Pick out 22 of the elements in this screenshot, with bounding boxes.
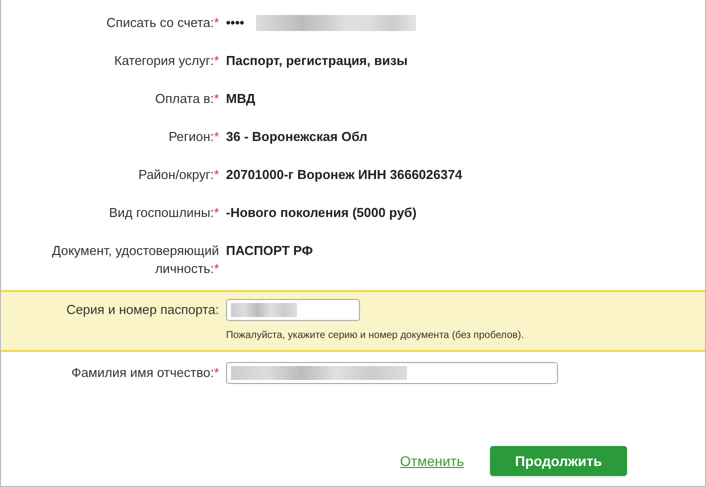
field-value: •••• — [226, 14, 244, 32]
field-label: Категория услуг:* — [114, 52, 219, 70]
field-value: ПАСПОРТ РФ — [226, 242, 313, 260]
field-value: МВД — [226, 90, 256, 108]
field-value: 20701000-г Воронеж ИНН 3666026374 — [226, 166, 462, 184]
input-field[interactable] — [226, 299, 360, 321]
field-value: -Нового поколения (5000 руб) — [226, 204, 417, 222]
continue-button[interactable]: Продолжить — [490, 446, 627, 476]
field-label: Документ, удостоверяющий личность:* — [51, 242, 219, 278]
field-label: Фамилия имя отчество:* — [71, 364, 219, 382]
field-label: Серия и номер паспорта: — [66, 301, 219, 319]
field-label: Регион:* — [168, 128, 219, 146]
field-label: Списать со счета:* — [106, 14, 219, 32]
input-field[interactable] — [226, 362, 558, 384]
field-hint: Пожалуйста, укажите серию и номер документа (без пробелов). — [226, 329, 524, 343]
field-label: Район/округ:* — [138, 166, 219, 184]
redacted-block — [231, 303, 297, 317]
cancel-link[interactable]: Отменить — [400, 450, 464, 472]
field-value: 36 - Воронежская Обл — [226, 128, 368, 146]
field-value: Паспорт, регистрация, визы — [226, 52, 408, 70]
field-label: Вид госпошлины:* — [108, 204, 219, 222]
field-label: Оплата в:* — [155, 90, 219, 108]
